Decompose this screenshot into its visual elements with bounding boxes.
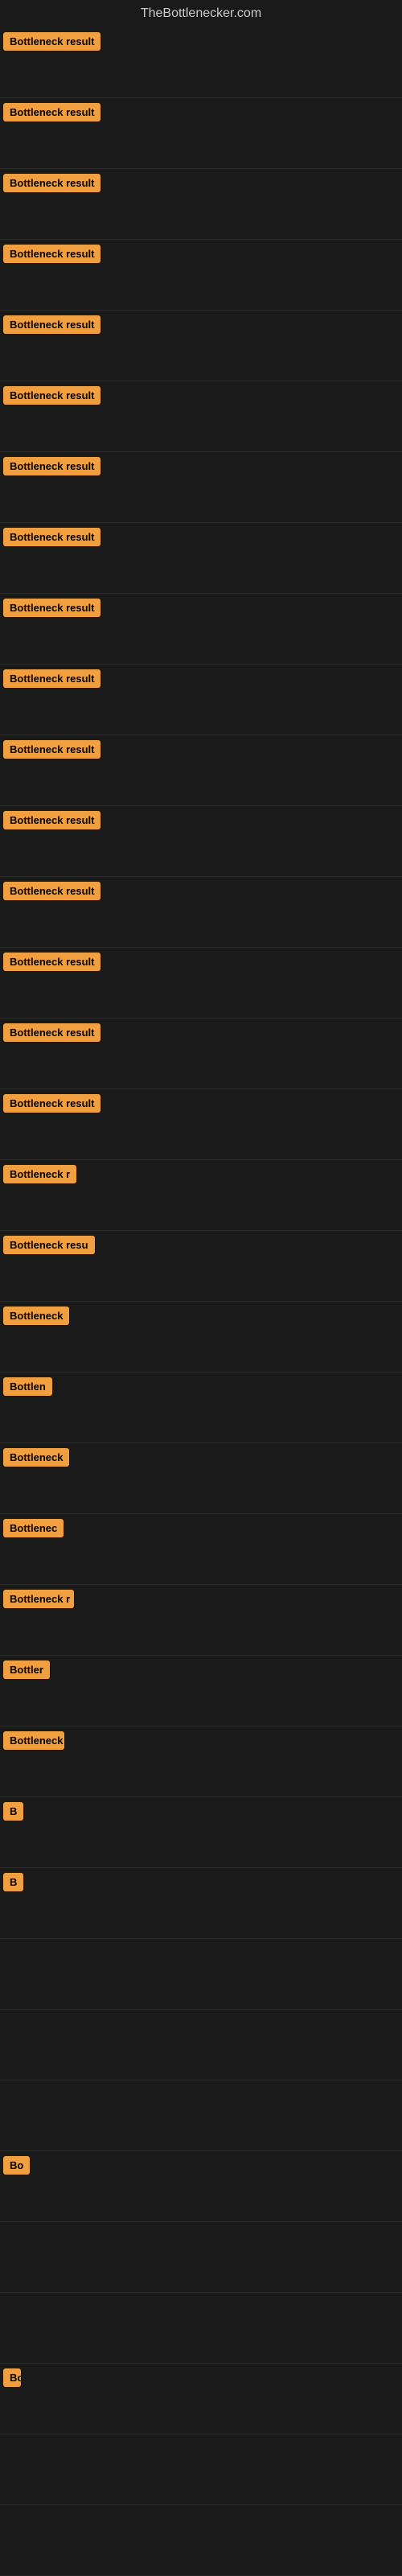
bottleneck-result-label[interactable]: Bottleneck [3,1448,69,1467]
bottleneck-result-label[interactable]: Bottleneck result [3,1023,100,1042]
bottleneck-result-label[interactable]: Bottleneck result [3,315,100,334]
result-row: Bottleneck result [0,948,402,1018]
bottleneck-result-label[interactable]: Bottleneck result [3,882,100,900]
bottleneck-result-label[interactable]: Bottleneck result [3,669,100,688]
bottleneck-result-label[interactable]: B [3,1802,23,1821]
bottleneck-result-label[interactable]: Bottleneck r [3,1590,74,1608]
bottleneck-result-label[interactable]: Bottleneck result [3,245,100,263]
result-row: B [0,1797,402,1868]
bottleneck-result-label[interactable]: B [3,1873,23,1891]
bottleneck-result-label[interactable]: Bottleneck result [3,386,100,405]
result-row [0,2434,402,2505]
bottleneck-result-label[interactable]: Bottleneck resu [3,1236,95,1254]
site-title: TheBottlenecker.com [0,0,402,27]
bottleneck-result-label[interactable]: Bottleneck result [3,174,100,192]
bottleneck-result-label[interactable]: Bottlenec [3,1519,64,1537]
result-row: B [0,1868,402,1939]
result-row: Bottler [0,1656,402,1726]
bottleneck-result-label[interactable]: Bottleneck result [3,740,100,759]
bottleneck-result-label[interactable]: Bottleneck result [3,953,100,971]
result-row: Bottleneck result [0,98,402,169]
results-list: Bottleneck result Bottleneck result Bottle… [0,27,402,2576]
result-row: Bottleneck re [0,2364,402,2434]
bottleneck-result-label[interactable]: Bottleneck [3,1731,64,1750]
result-row: Bottleneck result [0,735,402,806]
result-row: Bottlenec [0,1514,402,1585]
result-row [0,2010,402,2080]
bottleneck-result-label[interactable]: Bottleneck result [3,1094,100,1113]
bottleneck-result-label[interactable]: Bottleneck r [3,1165,76,1183]
result-row: Bottleneck result [0,877,402,948]
site-header: TheBottlenecker.com [0,0,402,27]
result-row [0,1939,402,2010]
result-row: Bottleneck result [0,381,402,452]
bottleneck-result-label[interactable]: Bottleneck [3,1307,69,1325]
result-row: Bottleneck [0,1443,402,1514]
result-row: Bottlen [0,1372,402,1443]
result-row [0,2293,402,2364]
result-row: Bottleneck result [0,806,402,877]
bottleneck-result-label[interactable]: Bottleneck result [3,528,100,546]
bottleneck-result-label[interactable]: Bottler [3,1660,50,1679]
result-row: Bottleneck result [0,665,402,735]
result-row: Bottleneck result [0,1018,402,1089]
result-row [0,2080,402,2151]
result-row [0,2505,402,2576]
result-row: Bottleneck [0,1726,402,1797]
result-row: Bottleneck result [0,1089,402,1160]
bottleneck-result-label[interactable]: Bottleneck result [3,103,100,121]
bottleneck-result-label[interactable]: Bottleneck re [3,2368,21,2387]
bottleneck-result-label[interactable]: Bottleneck result [3,811,100,829]
result-row: Bottleneck result [0,594,402,665]
bottleneck-result-label[interactable]: Bo [3,2156,30,2175]
result-row: Bottleneck result [0,169,402,240]
result-row [0,2222,402,2293]
result-row: Bottleneck r [0,1585,402,1656]
bottleneck-result-label[interactable]: Bottleneck result [3,457,100,475]
bottleneck-result-label[interactable]: Bottleneck result [3,32,100,51]
result-row: Bottleneck result [0,311,402,381]
bottleneck-result-label[interactable]: Bottlen [3,1377,52,1396]
result-row: Bottleneck [0,1302,402,1372]
result-row: Bottleneck resu [0,1231,402,1302]
result-row: Bottleneck r [0,1160,402,1231]
result-row: Bottleneck result [0,523,402,594]
result-row: Bottleneck result [0,27,402,98]
result-row: Bottleneck result [0,452,402,523]
result-row: Bottleneck result [0,240,402,311]
result-row: Bo [0,2151,402,2222]
bottleneck-result-label[interactable]: Bottleneck result [3,599,100,617]
